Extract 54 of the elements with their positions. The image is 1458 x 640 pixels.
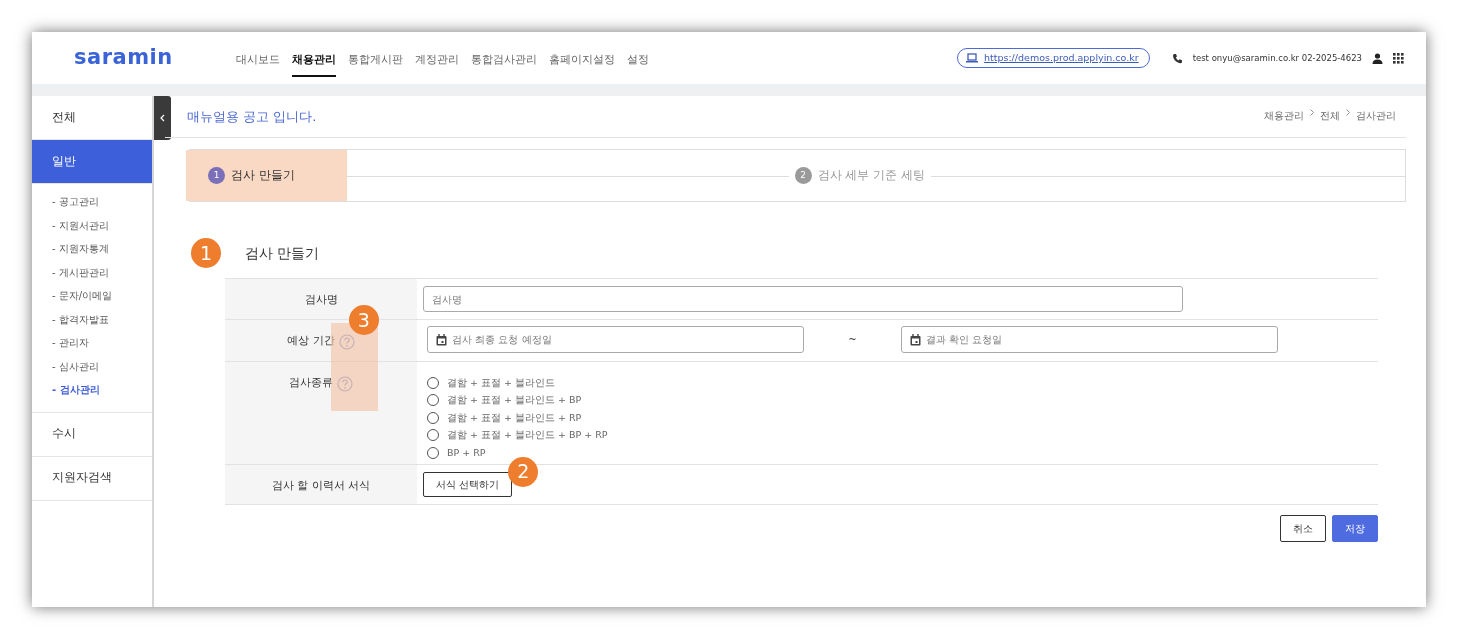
format-select-button[interactable]: 서식 선택하기 bbox=[423, 471, 513, 497]
sidebar-subitem[interactable]: - 검사관리 bbox=[32, 378, 152, 402]
breadcrumb-item[interactable]: 검사관리 bbox=[1356, 109, 1396, 124]
sidebar-item[interactable]: 지원자검색 bbox=[32, 456, 152, 501]
date-field[interactable]: 검사 최종 요청 예정일 bbox=[427, 326, 804, 353]
range-separator: ~ bbox=[847, 333, 858, 347]
sidebar-subitem[interactable]: - 지원자통계 bbox=[32, 237, 152, 261]
field-label: 검사종류 bbox=[289, 375, 333, 390]
breadcrumb-item[interactable]: 전체 bbox=[1320, 109, 1340, 124]
radio-option[interactable]: 결함 + 표절 + 블라인드 bbox=[427, 374, 1368, 392]
page-title: 매뉴얼용 공고 입니다. bbox=[187, 107, 317, 126]
date-field[interactable]: 결과 확인 요청일 bbox=[901, 326, 1278, 353]
sidebar-item[interactable]: 수시 bbox=[32, 412, 152, 457]
contact-info: test onyu@saramin.co.kr 02-2025-4623 bbox=[1192, 51, 1362, 65]
phone-icon bbox=[1171, 52, 1183, 64]
calendar-icon bbox=[436, 333, 447, 346]
calendar-icon bbox=[910, 333, 921, 346]
radio-option[interactable]: 결함 + 표절 + 블라인드 + RP bbox=[427, 409, 1368, 427]
section-title: 검사 만들기 bbox=[245, 243, 320, 263]
sidebar-subitem[interactable]: - 관리자 bbox=[32, 331, 152, 355]
logo[interactable]: saramin bbox=[74, 42, 236, 74]
field-label: 검사 할 이력서 서식 bbox=[272, 477, 370, 493]
sidebar-subitem[interactable]: - 공고관리 bbox=[32, 190, 152, 214]
radio-option[interactable]: 결함 + 표절 + 블라인드 + BP + RP bbox=[427, 426, 1368, 444]
field-label: 예상 기간 bbox=[287, 333, 335, 348]
chevron-right-icon bbox=[1310, 109, 1314, 117]
laptop-icon bbox=[965, 53, 978, 63]
nav-tab[interactable]: 대시보드 bbox=[236, 39, 280, 77]
sidebar-subitem[interactable]: - 게시판관리 bbox=[32, 260, 152, 284]
nav-tab[interactable]: 홈페이지설정 bbox=[549, 39, 615, 77]
field-label: 검사명 bbox=[304, 292, 338, 307]
save-button[interactable]: 저장 bbox=[1332, 514, 1378, 542]
nav-tab[interactable]: 계정관리 bbox=[415, 39, 459, 77]
text-field[interactable]: 검사명 bbox=[423, 286, 1183, 312]
radio-option[interactable]: 결함 + 표절 + 블라인드 + BP bbox=[427, 391, 1368, 409]
sidebar-subitem[interactable]: - 지원서관리 bbox=[32, 213, 152, 237]
step-callout: 2 bbox=[508, 456, 539, 487]
nav-tab[interactable]: 통합게시판 bbox=[348, 39, 403, 77]
collapse-button[interactable] bbox=[154, 96, 171, 140]
step-item[interactable]: 1 검사 만들기 bbox=[186, 150, 347, 201]
breadcrumb-item[interactable]: 채용관리 bbox=[1264, 109, 1304, 124]
sidebar-item[interactable]: 일반 bbox=[32, 140, 152, 184]
sidebar-subitem[interactable]: - 심사관리 bbox=[32, 354, 152, 378]
person-icon bbox=[1372, 52, 1383, 64]
sidebar-subitem[interactable]: - 합격자발표 bbox=[32, 307, 152, 331]
nav-tab[interactable]: 설정 bbox=[627, 39, 649, 77]
nav-tab[interactable]: 통합검사관리 bbox=[471, 39, 537, 77]
chevron-left-icon bbox=[160, 114, 165, 122]
sidebar-subitem[interactable]: - 문자/이메일 bbox=[32, 284, 152, 308]
nav-tab[interactable]: 채용관리 bbox=[292, 39, 336, 77]
chevron-right-icon bbox=[1346, 109, 1350, 117]
cancel-button[interactable]: 취소 bbox=[1280, 514, 1326, 542]
step-callout: 1 bbox=[191, 238, 221, 268]
apps-grid-icon bbox=[1393, 52, 1404, 64]
